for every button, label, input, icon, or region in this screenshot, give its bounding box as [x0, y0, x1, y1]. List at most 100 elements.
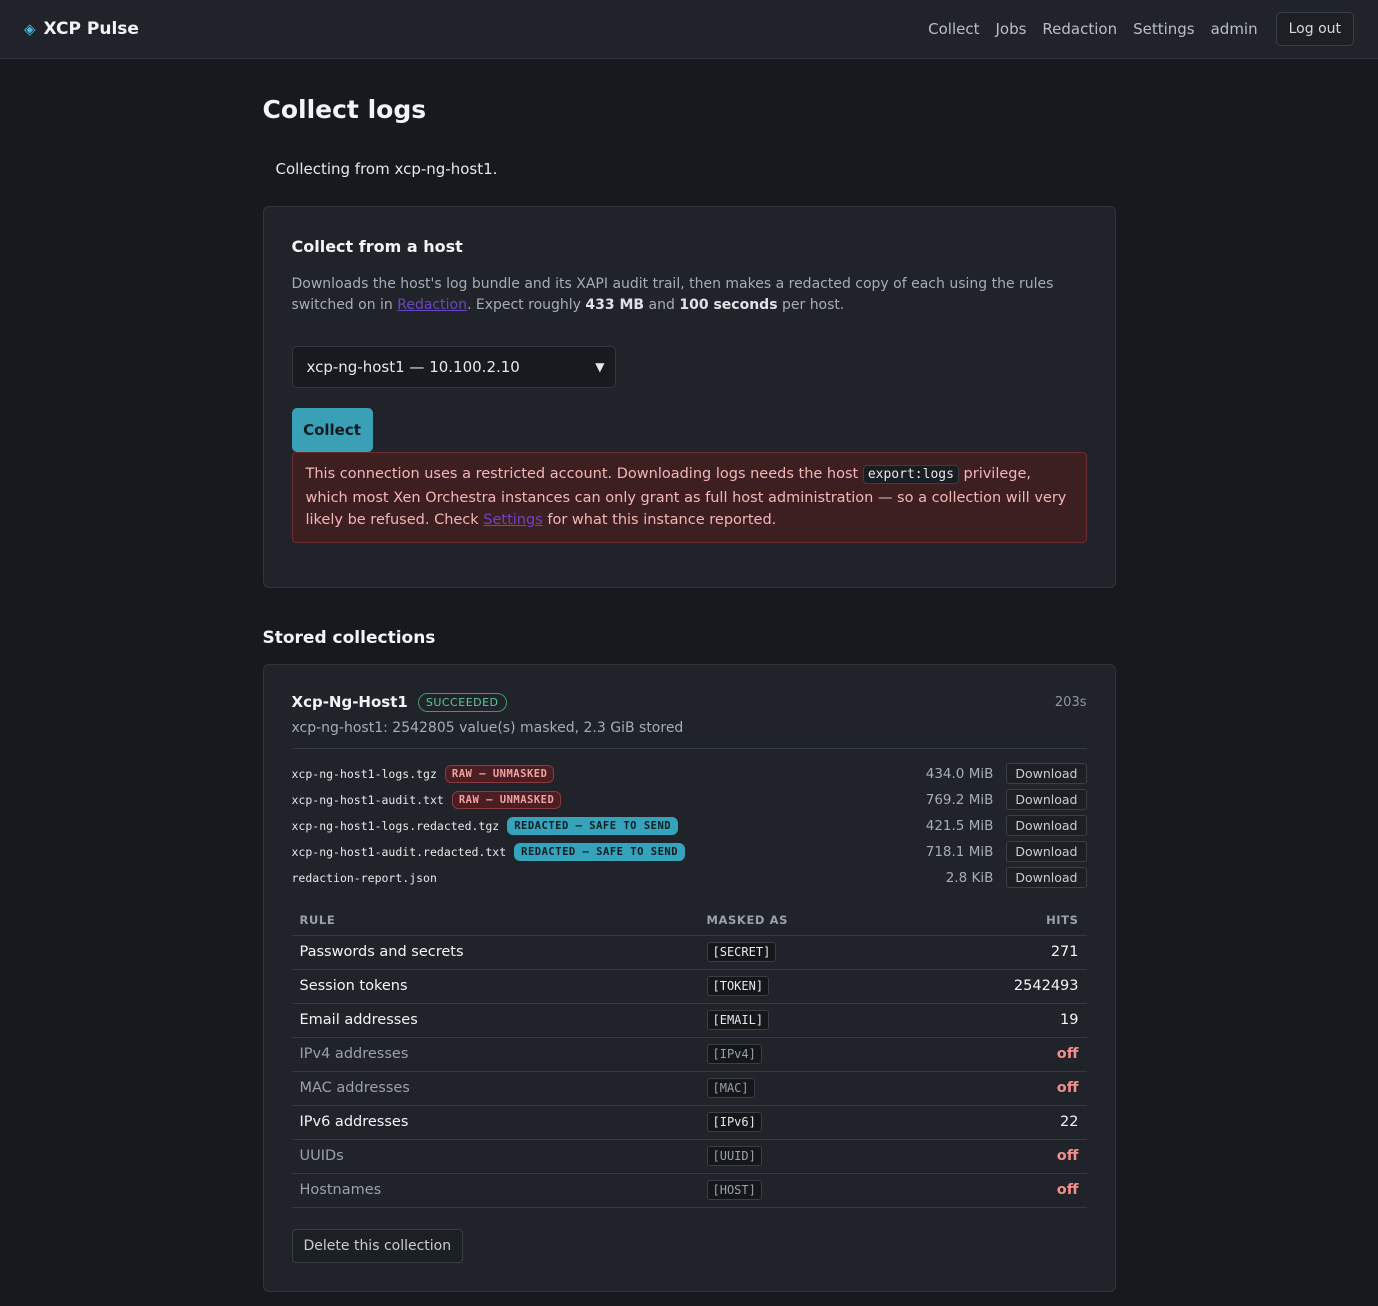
desc-text: and [644, 297, 680, 313]
app-name: XCP Pulse [43, 19, 139, 39]
main-nav: Collect Jobs Redaction Settings admin Lo… [928, 12, 1354, 46]
top-navbar: ◈ XCP Pulse Collect Jobs Redaction Setti… [0, 0, 1378, 59]
table-row: UUIDs [UUID] off [291, 1139, 1087, 1174]
diamond-logo-icon: ◈ [24, 20, 36, 38]
rule-name: Passwords and secrets [291, 935, 699, 970]
hit-count: 271 [910, 935, 1087, 970]
redaction-link[interactable]: Redaction [397, 297, 467, 313]
download-button[interactable]: Download [1006, 815, 1087, 836]
nav-link-collect[interactable]: Collect [928, 20, 979, 38]
download-button[interactable]: Download [1006, 867, 1087, 888]
size-estimate: 433 MB [585, 297, 645, 313]
nav-user[interactable]: admin [1211, 20, 1258, 38]
chevron-down-icon: ▼ [595, 360, 605, 374]
desc-text: per host. [777, 297, 845, 313]
brand[interactable]: ◈ XCP Pulse [24, 19, 139, 39]
masked-as-cell: [EMAIL] [698, 1003, 911, 1038]
privilege-code: export:logs [862, 465, 959, 484]
file-row: redaction-report.json 2.8 KiB Download [292, 865, 1087, 891]
nav-link-jobs[interactable]: Jobs [995, 20, 1026, 38]
file-name: xcp-ng-host1-audit.txt [291, 792, 444, 807]
file-size: 421.5 MiB [925, 817, 994, 834]
rule-name: UUIDs [291, 1139, 699, 1174]
hit-count: 22 [910, 1105, 1087, 1140]
nav-link-settings[interactable]: Settings [1133, 20, 1195, 38]
table-row: MAC addresses [MAC] off [291, 1071, 1087, 1106]
masked-as-cell: [HOST] [698, 1173, 911, 1208]
file-size: 718.1 MiB [925, 843, 994, 860]
file-size: 769.2 MiB [925, 791, 994, 808]
table-row: IPv4 addresses [IPv4] off [291, 1037, 1087, 1072]
raw-unmasked-tag: RAW — UNMASKED [444, 764, 555, 783]
file-name: redaction-report.json [291, 870, 437, 885]
host-select[interactable]: xcp-ng-host1 — 10.100.2.10 ▼ [291, 346, 616, 388]
redacted-safe-tag: REDACTED — SAFE TO SEND [507, 816, 679, 835]
delete-collection-button[interactable]: Delete this collection [291, 1228, 464, 1263]
rule-name: IPv4 addresses [291, 1037, 699, 1072]
file-size: 2.8 KiB [945, 869, 994, 886]
download-button[interactable]: Download [1006, 841, 1087, 862]
hit-count: off [910, 1071, 1087, 1106]
main-content: Collect logs Collecting from xcp-ng-host… [262, 59, 1116, 1292]
file-size: 434.0 MiB [925, 765, 994, 782]
status-badge: SUCCEEDED [417, 692, 507, 712]
hit-count: 2542493 [910, 969, 1087, 1004]
download-button[interactable]: Download [1006, 789, 1087, 810]
desc-text: . Expect roughly [466, 297, 586, 313]
rule-name: Email addresses [291, 1003, 699, 1038]
table-row: Session tokens [TOKEN] 2542493 [291, 969, 1087, 1004]
collection-duration: 203s [1054, 694, 1087, 710]
masked-as-cell: [IPv4] [698, 1037, 911, 1072]
collection-card: Xcp-Ng-Host1 SUCCEEDED 203s xcp-ng-host1… [262, 663, 1116, 1292]
hit-count: 19 [910, 1003, 1087, 1038]
masked-as-cell: [SECRET] [698, 935, 911, 970]
nav-link-redaction[interactable]: Redaction [1042, 20, 1117, 38]
redacted-safe-tag: REDACTED — SAFE TO SEND [514, 842, 686, 861]
file-row: xcp-ng-host1-audit.redacted.txt REDACTED… [292, 839, 1087, 865]
mask-token: [HOST] [706, 1180, 762, 1200]
raw-unmasked-tag: RAW — UNMASKED [451, 790, 562, 809]
logout-button[interactable]: Log out [1275, 12, 1354, 46]
host-select-value: xcp-ng-host1 — 10.100.2.10 [306, 358, 520, 376]
collection-header: Xcp-Ng-Host1 SUCCEEDED 203s [291, 692, 1087, 712]
time-estimate: 100 seconds [679, 297, 778, 313]
rule-name: MAC addresses [291, 1071, 699, 1106]
alert-text: This connection uses a restricted accoun… [305, 466, 863, 482]
hit-count: off [910, 1139, 1087, 1174]
settings-link[interactable]: Settings [483, 512, 542, 528]
mask-token: [IPv4] [706, 1044, 762, 1064]
stored-collections-heading: Stored collections [262, 627, 436, 648]
mask-token: [IPv6] [706, 1112, 762, 1132]
file-row: xcp-ng-host1-audit.txt RAW — UNMASKED 76… [292, 787, 1087, 813]
collection-summary: xcp-ng-host1: 2542805 value(s) masked, 2… [291, 720, 1087, 749]
collection-title: Xcp-Ng-Host1 [291, 693, 408, 711]
table-row: Hostnames [HOST] off [291, 1173, 1087, 1208]
file-list: xcp-ng-host1-logs.tgz RAW — UNMASKED 434… [292, 761, 1087, 891]
alert-text: for what this instance reported. [542, 512, 777, 528]
download-button[interactable]: Download [1006, 763, 1087, 784]
masked-as-cell: [IPv6] [698, 1105, 911, 1140]
collect-button[interactable]: Collect [291, 408, 373, 452]
collect-description: Downloads the host's log bundle and its … [292, 274, 1087, 316]
collect-card: Collect from a host Downloads the host's… [262, 206, 1116, 588]
masked-as-cell: [TOKEN] [698, 969, 911, 1004]
page-title: Collect logs [262, 95, 427, 124]
column-header-hits: HITS [910, 904, 1087, 936]
mask-token: [UUID] [706, 1146, 762, 1166]
mask-token: [TOKEN] [706, 976, 770, 996]
table-row: Passwords and secrets [SECRET] 271 [291, 935, 1087, 970]
column-header-rule: RULE [291, 904, 699, 936]
masked-as-cell: [UUID] [698, 1139, 911, 1174]
file-name: xcp-ng-host1-audit.redacted.txt [291, 844, 507, 859]
mask-token: [SECRET] [706, 942, 777, 962]
rule-name: IPv6 addresses [291, 1105, 699, 1140]
collection-notice: Collecting from xcp-ng-host1. [275, 160, 498, 178]
mask-token: [EMAIL] [706, 1010, 770, 1030]
file-name: xcp-ng-host1-logs.redacted.tgz [291, 818, 500, 833]
rule-name: Hostnames [291, 1173, 699, 1208]
mask-token: [MAC] [706, 1078, 755, 1098]
restricted-account-alert: This connection uses a restricted accoun… [291, 452, 1087, 543]
table-row: IPv6 addresses [IPv6] 22 [291, 1105, 1087, 1140]
rule-name: Session tokens [291, 969, 699, 1004]
column-header-masked-as: MASKED AS [698, 904, 911, 936]
